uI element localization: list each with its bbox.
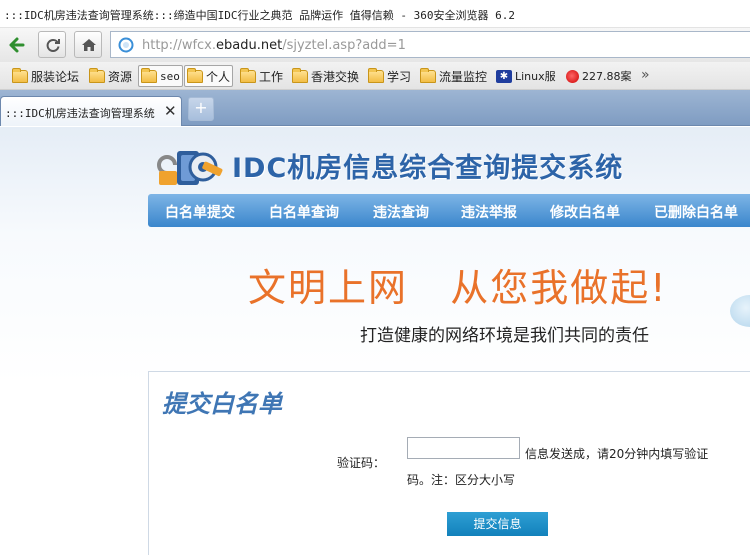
address-bar[interactable]: http://wfcx.ebadu.net/sjyztel.asp?add=1	[110, 31, 750, 58]
bookmark-label: 工作	[259, 69, 284, 84]
menu-violation-report[interactable]: 违法举报	[461, 202, 517, 222]
bookmark-label: 学习	[387, 69, 412, 84]
slogan-main: 文明上网 从您我做起!	[248, 257, 668, 312]
bookmark-label: 流量监控	[439, 69, 488, 84]
folder-icon	[240, 67, 256, 83]
bookmark-gongzuo[interactable]: 工作	[238, 65, 285, 87]
folder-icon	[141, 67, 157, 83]
more-bookmarks-icon[interactable]: »	[641, 67, 650, 83]
page-content: IDC机房信息综合查询提交系统 白名单提交 白名单查询 违法查询 违法举报 修改…	[0, 127, 750, 555]
folder-icon	[368, 67, 384, 83]
page-globe-icon	[118, 37, 134, 53]
bookmark-xuexi[interactable]: 学习	[366, 65, 413, 87]
form-title: 提交白名单	[162, 390, 282, 418]
captcha-hint-line2: 码。注：区分大小写	[407, 473, 516, 487]
bookmark-xianggang[interactable]: 香港交换	[290, 65, 361, 87]
slogan-sub: 打造健康的网络环境是我们共同的责任	[360, 326, 649, 346]
window-title: :::IDC机房违法查询管理系统:::缔造中国IDC行业之典范 品牌运作 值得信…	[4, 9, 515, 22]
site-title: IDC机房信息综合查询提交系统	[232, 153, 624, 184]
bookmark-label: 资源	[108, 69, 133, 84]
refresh-button[interactable]	[38, 31, 66, 58]
menu-whitelist-query[interactable]: 白名单查询	[269, 202, 339, 222]
banner: 文明上网 从您我做起! 打造健康的网络环境是我们共同的责任	[148, 227, 750, 367]
submit-button[interactable]: 提交信息	[447, 512, 548, 536]
back-button[interactable]	[1, 31, 29, 58]
url-text[interactable]: http://wfcx.ebadu.net/sjyztel.asp?add=1	[142, 38, 406, 53]
home-icon	[82, 39, 96, 51]
menu-modify-whitelist[interactable]: 修改白名单	[550, 202, 620, 222]
new-tab-button[interactable]: +	[188, 97, 214, 121]
menu-whitelist-submit[interactable]: 白名单提交	[165, 202, 235, 222]
folder-icon	[420, 67, 436, 83]
url-path: /sjyztel.asp?add=1	[282, 38, 406, 53]
bookmark-label: 227.88案	[582, 70, 632, 83]
site-logo-icon	[157, 151, 223, 185]
url-domain: ebadu.net	[216, 38, 283, 53]
red-circle-icon	[566, 69, 579, 83]
bookmark-seo[interactable]: seo	[138, 65, 183, 87]
tab-title: :::IDC机房违法查询管理系统:	[5, 107, 157, 120]
close-tab-icon[interactable]: ✕	[164, 102, 177, 120]
bookmark-ziyuan[interactable]: 资源	[87, 65, 134, 87]
home-button[interactable]	[74, 31, 102, 58]
folder-icon	[187, 67, 203, 83]
captcha-hint-line1: 信息发送成，请20分钟内填写验证	[525, 447, 709, 461]
main-menu: 白名单提交 白名单查询 违法查询 违法举报 修改白名单 已删除白名单	[148, 194, 750, 227]
bookmark-liuliang[interactable]: 流量监控	[418, 65, 489, 87]
bookmark-geren[interactable]: 个人	[184, 65, 234, 87]
folder-icon	[292, 67, 308, 83]
folder-icon	[89, 67, 105, 83]
captcha-input[interactable]	[407, 437, 520, 459]
bookmark-label: 香港交换	[311, 69, 360, 84]
whitelist-form: 提交白名单 验证码： 信息发送成，请20分钟内填写验证 码。注：区分大小写 提交…	[148, 371, 750, 555]
folder-icon	[12, 67, 28, 83]
captcha-label: 验证码：	[337, 456, 386, 470]
paw-icon: ✱	[496, 69, 512, 83]
bookmark-label: seo	[160, 69, 180, 83]
slogan-part-1: 文明上网	[248, 266, 409, 310]
bookmark-fuzhuang[interactable]: 服装论坛	[10, 65, 81, 87]
bookmark-label: 服装论坛	[31, 69, 80, 84]
menu-deleted-whitelist[interactable]: 已删除白名单	[654, 202, 738, 222]
bookmark-22788[interactable]: 227.88案	[564, 65, 634, 87]
refresh-icon	[46, 39, 60, 52]
active-tab[interactable]: :::IDC机房违法查询管理系统: ✕	[0, 96, 182, 126]
bookmark-label: Linux服	[515, 70, 556, 83]
bookmark-label: 个人	[206, 69, 231, 84]
bookmarks-bar: 服装论坛 资源 seo 个人 工作 香港交换 学习 流量监控 ✱ Linux服 2…	[0, 62, 750, 90]
menu-violation-query[interactable]: 违法查询	[373, 202, 429, 222]
window-title-bar: :::IDC机房违法查询管理系统:::缔造中国IDC行业之典范 品牌运作 值得信…	[0, 0, 750, 28]
tab-bar: :::IDC机房违法查询管理系统: ✕ +	[0, 90, 750, 126]
back-arrow-icon	[9, 37, 25, 53]
slogan-part-2: 从您我做起!	[450, 266, 668, 310]
navigation-bar: http://wfcx.ebadu.net/sjyztel.asp?add=1	[0, 28, 750, 62]
bookmark-linux[interactable]: ✱ Linux服	[494, 65, 558, 87]
url-prefix: http://wfcx.	[142, 38, 217, 53]
decorative-bubble	[730, 295, 750, 327]
